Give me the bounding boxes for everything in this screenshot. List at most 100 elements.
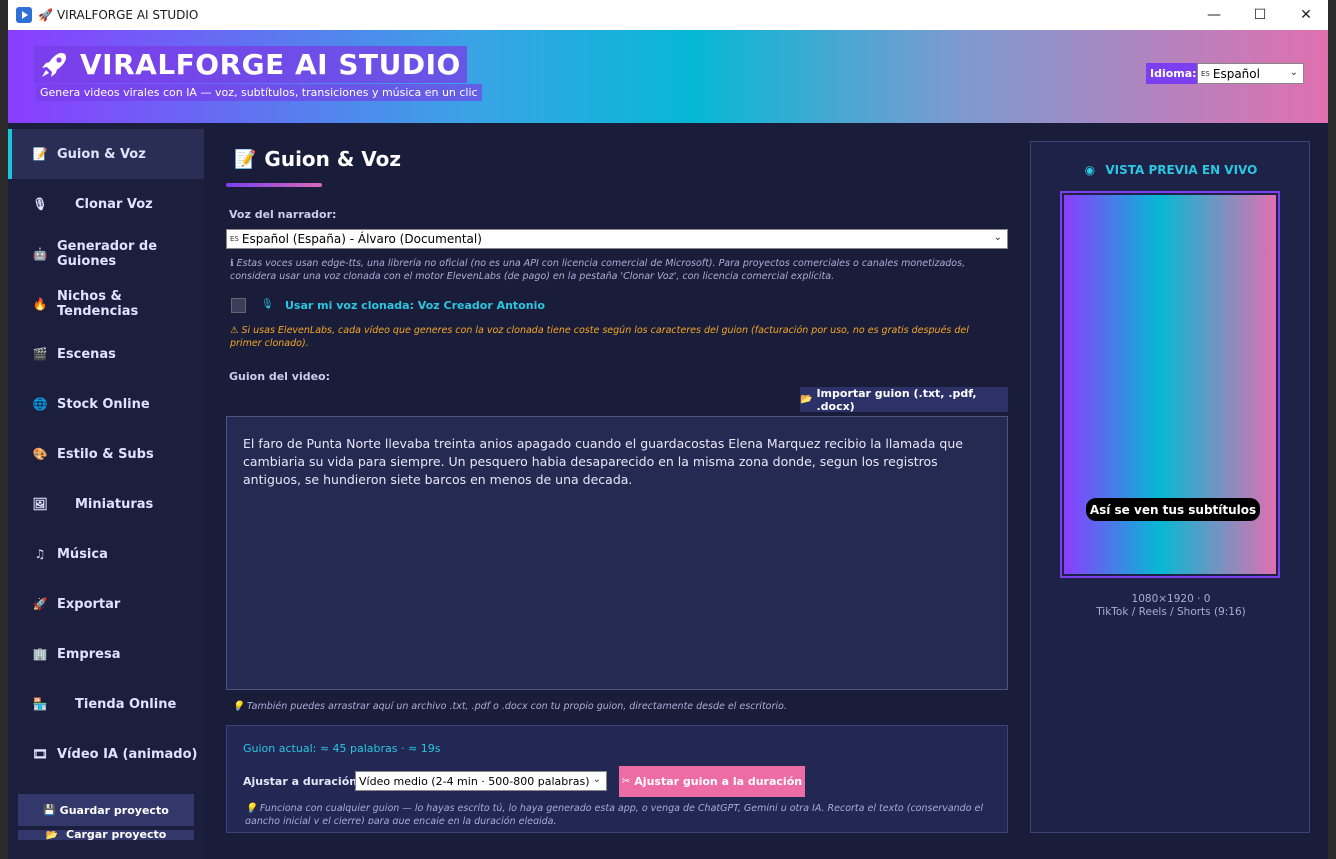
sidebar-item-label: Stock Online — [57, 396, 150, 412]
flag-icon: ES — [230, 235, 239, 243]
phone-preview: Así se ven tus subtítulos — [1060, 191, 1280, 578]
main-content: 📝 Guion & Voz Voz del narrador: ES Españ… — [204, 123, 1020, 859]
adjust-script-label: Ajustar guion a la duración — [634, 775, 803, 788]
import-script-button[interactable]: 📂 Importar guion (.txt, .pdf, .docx) — [800, 386, 1008, 413]
brand-title: VIRALFORGE AI STUDIO — [80, 48, 461, 81]
sidebar-item-label: Generador de Guiones — [57, 239, 158, 269]
voice-label: Voz del narrador: — [229, 208, 337, 221]
sidebar-item-generador-guiones[interactable]: 🤖 Generador de Guiones — [8, 229, 204, 279]
sidebar-item-label: Estilo & Subs — [57, 446, 154, 462]
sidebar-item-video-ia[interactable]: 🎞 Vídeo IA (animado) — [8, 729, 204, 779]
sidebar-item-label: Miniaturas — [75, 496, 154, 512]
phone-screen: Así se ven tus subtítulos — [1064, 195, 1276, 574]
sidebar-item-guion-voz[interactable]: 📝 Guion & Voz — [8, 129, 204, 179]
title-bar: 🚀 VIRALFORGE AI STUDIO — ☐ ✕ — [8, 0, 1328, 30]
preview-title: ◉ VISTA PREVIA EN VIVO — [1031, 163, 1311, 177]
globe-icon: 🌐 — [32, 397, 48, 411]
subtitle-sample: Así se ven tus subtítulos — [1086, 498, 1260, 521]
robot-icon: 🤖 — [32, 247, 48, 261]
sidebar-item-empresa[interactable]: 🏢 Empresa — [8, 629, 204, 679]
app-icon — [16, 7, 32, 23]
duration-select[interactable]: Vídeo medio (2-4 min · 500-800 palabras)… — [355, 771, 607, 791]
sidebar-item-estilo-subs[interactable]: 🎨 Estilo & Subs — [8, 429, 204, 479]
sidebar-item-label: Guion & Voz — [57, 146, 146, 162]
eye-icon: ◉ — [1084, 163, 1096, 177]
microphone-icon: 🎙 — [261, 299, 274, 310]
resolution-text: 1080×1920 · 0 — [1131, 593, 1211, 605]
adjust-duration-label: Ajustar a duración: — [243, 775, 362, 788]
duration-panel: Guion actual: ≈ 45 palabras · ≈ 19s Ajus… — [226, 725, 1008, 833]
sidebar-item-stock-online[interactable]: 🌐 Stock Online — [8, 379, 204, 429]
sidebar-item-label: Escenas — [57, 346, 116, 362]
sidebar-item-label: Nichos & Tendencias — [57, 289, 139, 319]
rocket-icon: 🚀 — [38, 8, 53, 22]
brand: VIRALFORGE AI STUDIO — [34, 46, 467, 83]
load-project-button[interactable]: 📂 Cargar proyecto — [18, 830, 194, 840]
script-icon: 📝 — [234, 148, 257, 170]
sidebar: 📝 Guion & Voz 🎙 Clonar Voz 🤖 Generador d… — [8, 123, 204, 859]
flag-icon: ES — [1201, 69, 1210, 78]
sidebar-item-label: Música — [57, 546, 108, 562]
brand-subtitle: Genera videos virales con IA — voz, subt… — [36, 84, 482, 101]
function-note: 💡 Funciona con cualquier guion — lo haya… — [245, 803, 984, 824]
palette-icon: 🎨 — [32, 447, 48, 461]
load-project-label: Cargar proyecto — [66, 830, 167, 840]
script-icon: 📝 — [32, 147, 48, 161]
fire-icon: 🔥 — [32, 297, 48, 311]
folder-icon: 📂 — [45, 830, 59, 841]
close-button[interactable]: ✕ — [1283, 0, 1328, 30]
script-label: Guion del video: — [229, 370, 331, 383]
music-icon: ♫ — [34, 547, 46, 561]
app-window: 🚀 VIRALFORGE AI STUDIO — ☐ ✕ VIRALFORGE … — [8, 0, 1328, 859]
script-textarea[interactable]: El faro de Punta Norte llevaba treinta a… — [226, 416, 1008, 690]
chevron-down-icon: ⌄ — [1289, 67, 1298, 78]
preview-title-text: VISTA PREVIA EN VIVO — [1105, 163, 1258, 177]
sidebar-item-label: Empresa — [57, 646, 121, 662]
title-underline — [226, 183, 322, 187]
import-script-label: Importar guion (.txt, .pdf, .docx) — [816, 386, 977, 413]
sidebar-item-label: Exportar — [57, 596, 121, 612]
sidebar-item-label: Vídeo IA (animado) — [57, 746, 198, 762]
current-script-stats: Guion actual: ≈ 45 palabras · ≈ 19s — [243, 742, 441, 755]
rocket-icon — [42, 52, 66, 77]
adjust-script-button[interactable]: ✂ Ajustar guion a la duración — [619, 766, 805, 797]
live-preview-panel: ◉ VISTA PREVIA EN VIVO Así se ven tus su… — [1030, 141, 1310, 833]
sidebar-item-clonar-voz[interactable]: 🎙 Clonar Voz — [8, 179, 204, 229]
language-value: Español — [1212, 66, 1260, 81]
voice-select[interactable]: ES Español (España) - Álvaro (Documental… — [226, 229, 1008, 249]
chevron-down-icon: ⌄ — [592, 774, 601, 785]
clapper-icon: 🎬 — [32, 347, 48, 361]
sidebar-item-musica[interactable]: ♫ Música — [8, 529, 204, 579]
page-title-text: Guion & Voz — [264, 147, 402, 171]
voice-note: ℹ Estas voces usan edge-tts, una librerí… — [230, 258, 966, 282]
sidebar-item-miniaturas[interactable]: 🖼 Miniaturas — [8, 479, 204, 529]
platforms-text: TikTok / Reels / Shorts (9:16) — [1096, 606, 1246, 618]
microphone-icon: 🎙 — [32, 197, 48, 211]
sidebar-item-escenas[interactable]: 🎬 Escenas — [8, 329, 204, 379]
save-project-label: Guardar proyecto — [59, 803, 169, 817]
drag-drop-note: 💡 También puedes arrastrar aquí un archi… — [232, 701, 787, 712]
minimize-button[interactable]: — — [1191, 0, 1237, 30]
language-label: Idioma: — [1146, 63, 1201, 84]
sidebar-item-label: Clonar Voz — [75, 196, 153, 212]
image-icon: 🖼 — [32, 497, 48, 511]
cost-warning: ⚠ Si usas ElevenLabs, cada vídeo que gen… — [230, 325, 969, 349]
sidebar-item-tienda-online[interactable]: 🏪 Tienda Online — [8, 679, 204, 729]
language-select[interactable]: ES Español ⌄ — [1197, 63, 1304, 84]
rocket-icon: 🚀 — [32, 597, 48, 611]
app-header: VIRALFORGE AI STUDIO Genera videos viral… — [8, 30, 1328, 123]
sidebar-item-label: Tienda Online — [75, 696, 177, 712]
maximize-button[interactable]: ☐ — [1237, 0, 1283, 30]
voice-value: Español (España) - Álvaro (Documental) — [241, 232, 482, 246]
video-icon: 🎞 — [32, 747, 48, 761]
use-cloned-voice-checkbox[interactable] — [231, 298, 246, 313]
window-title: VIRALFORGE AI STUDIO — [56, 8, 199, 22]
folder-icon: 📂 — [800, 394, 813, 405]
save-project-button[interactable]: 💾 Guardar proyecto — [18, 794, 194, 826]
save-icon: 💾 — [43, 804, 56, 816]
chevron-down-icon: ⌄ — [993, 232, 1002, 243]
use-cloned-voice-label[interactable]: Usar mi voz clonada: Voz Creador Antonio — [285, 299, 545, 312]
scissors-icon: ✂ — [621, 776, 631, 787]
sidebar-item-exportar[interactable]: 🚀 Exportar — [8, 579, 204, 629]
sidebar-item-nichos-tendencias[interactable]: 🔥 Nichos & Tendencias — [8, 279, 204, 329]
